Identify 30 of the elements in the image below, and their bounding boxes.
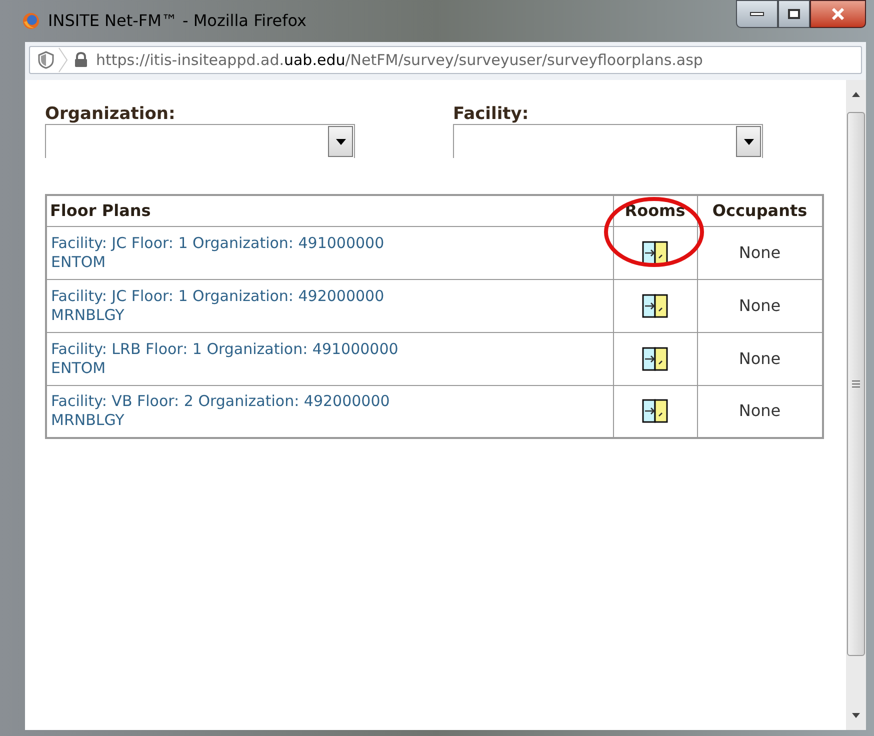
window-title: INSITE Net-FM™ - Mozilla Firefox: [48, 10, 307, 32]
dropdown-button[interactable]: [736, 126, 761, 157]
address-bar[interactable]: https://itis-insiteappd.ad.uab.edu/NetFM/survey/surveyuser/surveyfloorplans.asp: [29, 46, 862, 74]
browser-logo-icon: [22, 12, 40, 30]
url-text: https://itis-insiteappd.ad.uab.edu/NetFM/survey/surveyuser/surveyfloorplans.asp: [96, 50, 703, 71]
lock-icon: [74, 52, 88, 68]
caret-icon: [744, 138, 754, 144]
grip-icon: [852, 380, 860, 388]
chevron-icon: [58, 47, 68, 73]
scroll-up-icon[interactable]: [851, 90, 861, 98]
shield-icon: [38, 51, 54, 69]
floor-plan-icon[interactable]: [642, 399, 668, 424]
field-label: Organization:: [45, 104, 176, 124]
caret-icon: [336, 138, 346, 144]
maximize-button[interactable]: [778, 0, 810, 28]
minimize-icon: [750, 12, 764, 16]
column-header: Rooms: [613, 195, 697, 226]
floor-plan-icon[interactable]: [642, 346, 668, 370]
minimize-button[interactable]: [736, 0, 778, 28]
scrollbar[interactable]: [846, 80, 866, 730]
maximize-icon: [788, 9, 800, 19]
scrollbar-thumb[interactable]: [847, 112, 865, 656]
floor-plan-icon[interactable]: [642, 240, 668, 264]
floor-plan-icon[interactable]: [642, 294, 668, 318]
column-header: Floor Plans: [46, 195, 613, 226]
close-icon: [831, 8, 845, 20]
scroll-down-icon[interactable]: [851, 712, 861, 720]
dropdown-button[interactable]: [328, 126, 353, 157]
field-label: Facility:: [453, 104, 530, 124]
close-button[interactable]: [810, 0, 866, 28]
